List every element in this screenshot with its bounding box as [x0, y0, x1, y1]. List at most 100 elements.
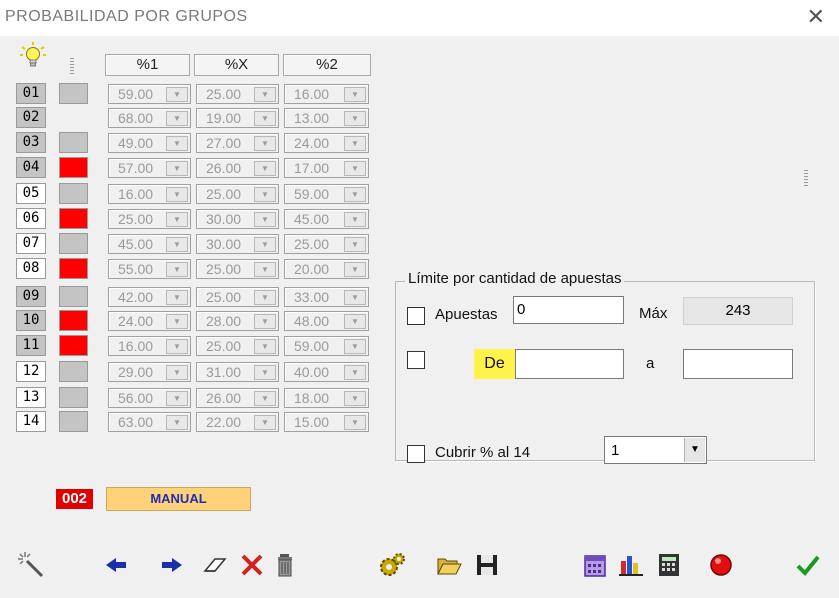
- probability-select[interactable]: 25.00 ▼: [196, 336, 279, 356]
- chevron-down-icon[interactable]: ▼: [684, 438, 705, 462]
- chevron-down-icon[interactable]: ▼: [254, 161, 276, 176]
- probability-select[interactable]: 59.00 ▼: [284, 184, 369, 204]
- chevron-down-icon[interactable]: ▼: [166, 262, 188, 277]
- bar-chart-icon[interactable]: [617, 551, 645, 579]
- probability-select[interactable]: 25.00 ▼: [196, 287, 279, 307]
- probability-select[interactable]: 56.00 ▼: [108, 388, 191, 408]
- chevron-down-icon[interactable]: ▼: [254, 415, 276, 430]
- trash-can-icon[interactable]: [272, 551, 300, 579]
- chevron-down-icon[interactable]: ▼: [344, 111, 366, 126]
- chevron-down-icon[interactable]: ▼: [344, 290, 366, 305]
- probability-select[interactable]: 15.00 ▼: [284, 412, 369, 432]
- row-flag[interactable]: [59, 208, 88, 229]
- chevron-down-icon[interactable]: ▼: [254, 365, 276, 380]
- probability-select[interactable]: 59.00 ▼: [108, 84, 191, 104]
- save-disk-icon[interactable]: [473, 551, 501, 579]
- probability-select[interactable]: 19.00 ▼: [196, 108, 279, 128]
- chevron-down-icon[interactable]: ▼: [344, 212, 366, 227]
- cubrir-select[interactable]: 1 ▼: [604, 436, 707, 464]
- chevron-down-icon[interactable]: ▼: [344, 136, 366, 151]
- row-number[interactable]: 14: [16, 411, 46, 432]
- row-number[interactable]: 06: [16, 208, 46, 229]
- chevron-down-icon[interactable]: ▼: [166, 391, 188, 406]
- probability-select[interactable]: 27.00 ▼: [196, 133, 279, 153]
- range-checkbox[interactable]: [407, 351, 425, 369]
- probability-select[interactable]: 16.00 ▼: [108, 184, 191, 204]
- row-number[interactable]: 08: [16, 258, 46, 279]
- probability-select[interactable]: 33.00 ▼: [284, 287, 369, 307]
- chevron-down-icon[interactable]: ▼: [254, 262, 276, 277]
- probability-select[interactable]: 30.00 ▼: [196, 209, 279, 229]
- chevron-down-icon[interactable]: ▼: [166, 237, 188, 252]
- chevron-down-icon[interactable]: ▼: [344, 365, 366, 380]
- checkmark-icon[interactable]: [794, 551, 822, 579]
- probability-select[interactable]: 26.00 ▼: [196, 388, 279, 408]
- chevron-down-icon[interactable]: ▼: [254, 391, 276, 406]
- row-number[interactable]: 13: [16, 387, 46, 408]
- gears-icon[interactable]: [378, 551, 406, 579]
- probability-select[interactable]: 45.00 ▼: [284, 209, 369, 229]
- row-flag[interactable]: [59, 107, 88, 128]
- row-flag[interactable]: [59, 233, 88, 254]
- probability-select[interactable]: 24.00 ▼: [108, 311, 191, 331]
- chevron-down-icon[interactable]: ▼: [254, 339, 276, 354]
- row-number[interactable]: 03: [16, 132, 46, 153]
- chevron-down-icon[interactable]: ▼: [344, 187, 366, 202]
- delete-x-icon[interactable]: [238, 551, 266, 579]
- probability-select[interactable]: 49.00 ▼: [108, 133, 191, 153]
- probability-select[interactable]: 29.00 ▼: [108, 362, 191, 382]
- probability-select[interactable]: 24.00 ▼: [284, 133, 369, 153]
- row-flag[interactable]: [59, 335, 88, 356]
- apuestas-checkbox[interactable]: [407, 307, 425, 325]
- close-icon[interactable]: ✕: [807, 4, 825, 30]
- chevron-down-icon[interactable]: ▼: [254, 111, 276, 126]
- row-number[interactable]: 11: [16, 335, 46, 356]
- cubrir-checkbox[interactable]: [407, 445, 425, 463]
- chevron-down-icon[interactable]: ▼: [166, 111, 188, 126]
- probability-select[interactable]: 25.00 ▼: [196, 84, 279, 104]
- chevron-down-icon[interactable]: ▼: [166, 136, 188, 151]
- chevron-down-icon[interactable]: ▼: [166, 187, 188, 202]
- column-resize-handle[interactable]: [70, 58, 74, 74]
- row-number[interactable]: 12: [16, 361, 46, 382]
- chevron-down-icon[interactable]: ▼: [344, 339, 366, 354]
- chevron-down-icon[interactable]: ▼: [344, 161, 366, 176]
- row-number[interactable]: 04: [16, 157, 46, 178]
- magic-wand-icon[interactable]: [17, 551, 45, 579]
- probability-select[interactable]: 48.00 ▼: [284, 311, 369, 331]
- open-folder-icon[interactable]: [435, 551, 463, 579]
- row-flag[interactable]: [59, 387, 88, 408]
- row-number[interactable]: 02: [16, 107, 46, 128]
- chevron-down-icon[interactable]: ▼: [166, 314, 188, 329]
- probability-select[interactable]: 42.00 ▼: [108, 287, 191, 307]
- chevron-down-icon[interactable]: ▼: [254, 187, 276, 202]
- chevron-down-icon[interactable]: ▼: [254, 290, 276, 305]
- a-input[interactable]: [683, 349, 793, 379]
- chevron-down-icon[interactable]: ▼: [344, 415, 366, 430]
- chevron-down-icon[interactable]: ▼: [254, 136, 276, 151]
- column-header-x[interactable]: %X: [194, 54, 279, 76]
- chevron-down-icon[interactable]: ▼: [166, 339, 188, 354]
- probability-select[interactable]: 16.00 ▼: [284, 84, 369, 104]
- apuestas-input[interactable]: 0: [513, 296, 624, 324]
- chevron-down-icon[interactable]: ▼: [254, 237, 276, 252]
- chevron-down-icon[interactable]: ▼: [254, 87, 276, 102]
- chevron-down-icon[interactable]: ▼: [344, 314, 366, 329]
- row-flag[interactable]: [59, 286, 88, 307]
- probability-select[interactable]: 45.00 ▼: [108, 234, 191, 254]
- chevron-down-icon[interactable]: ▼: [344, 262, 366, 277]
- row-number[interactable]: 01: [16, 83, 46, 104]
- probability-select[interactable]: 40.00 ▼: [284, 362, 369, 382]
- row-number[interactable]: 10: [16, 310, 46, 331]
- chevron-down-icon[interactable]: ▼: [166, 365, 188, 380]
- probability-select[interactable]: 55.00 ▼: [108, 259, 191, 279]
- probability-select[interactable]: 57.00 ▼: [108, 158, 191, 178]
- probability-select[interactable]: 68.00 ▼: [108, 108, 191, 128]
- row-flag[interactable]: [59, 83, 88, 104]
- probability-select[interactable]: 31.00 ▼: [196, 362, 279, 382]
- probability-select[interactable]: 59.00 ▼: [284, 336, 369, 356]
- chevron-down-icon[interactable]: ▼: [344, 87, 366, 102]
- row-flag[interactable]: [59, 157, 88, 178]
- probability-select[interactable]: 25.00 ▼: [108, 209, 191, 229]
- de-input[interactable]: [515, 349, 624, 379]
